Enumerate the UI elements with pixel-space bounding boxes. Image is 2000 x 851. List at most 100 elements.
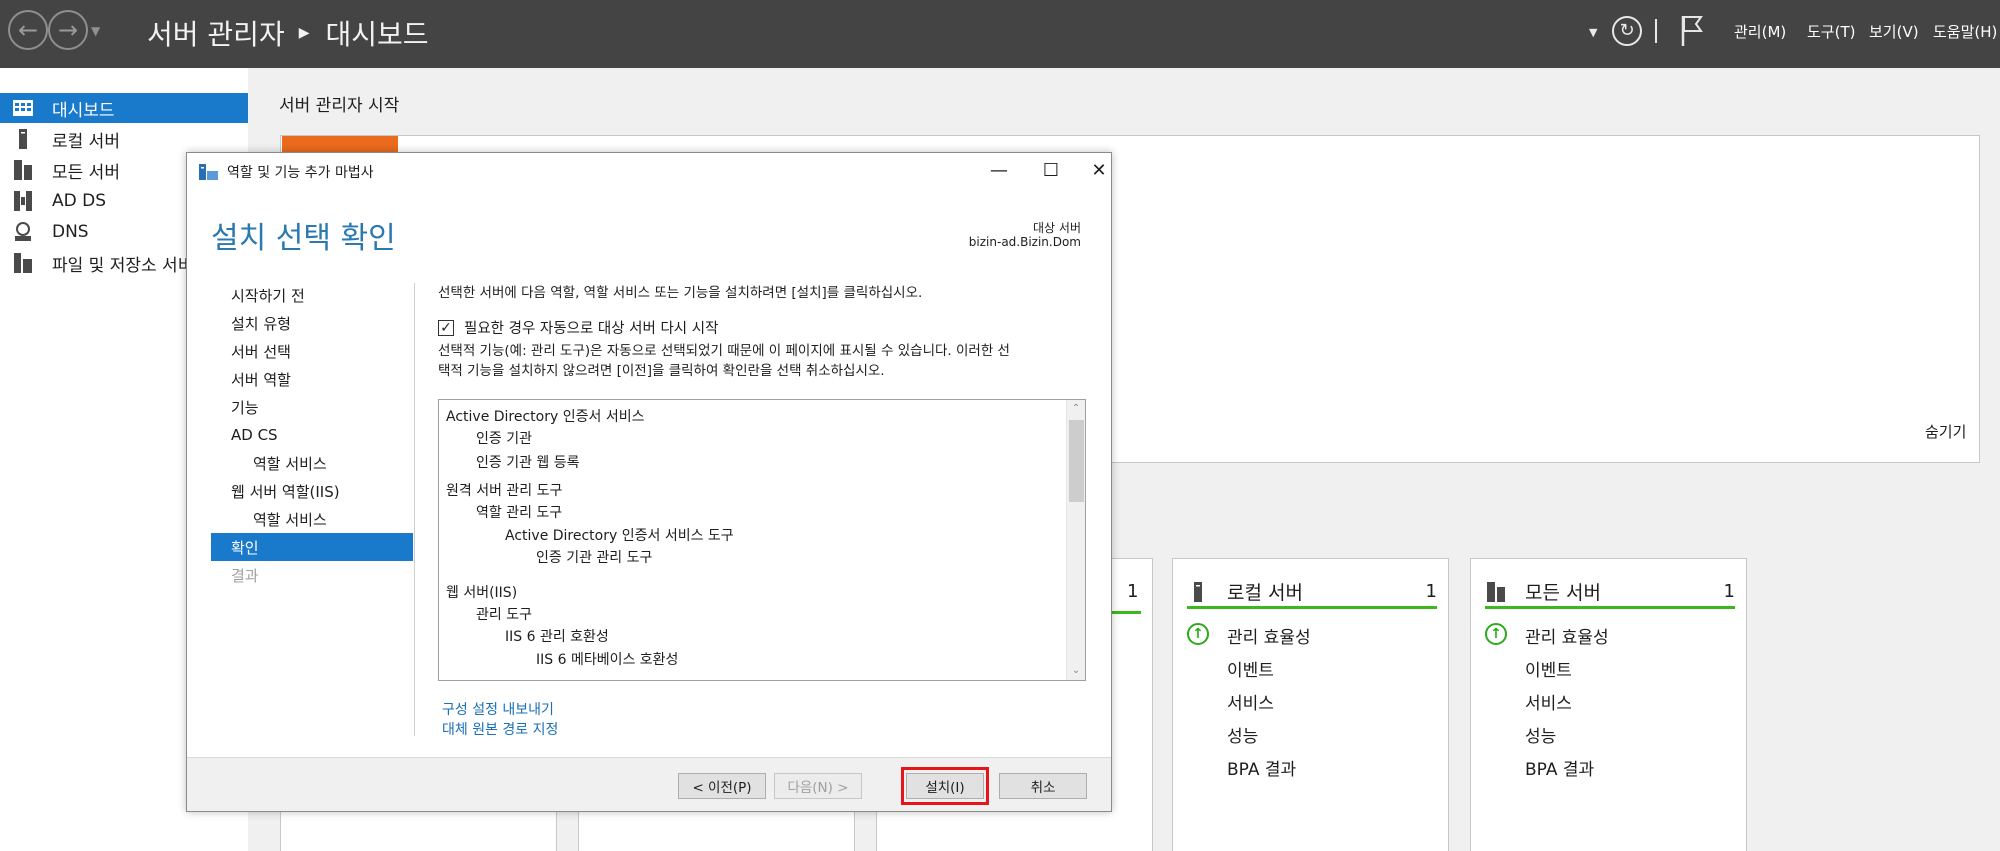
tile-title: 로컬 서버 bbox=[1227, 582, 1303, 604]
tile-count: 1 bbox=[1425, 581, 1437, 602]
sidebar-item-local-server[interactable]: 로컬 서버 bbox=[0, 124, 248, 154]
list-item: 웹 서버(IIS) bbox=[446, 585, 518, 601]
list-item: 관리 도구 bbox=[476, 607, 532, 623]
install-button[interactable]: 설치(I) bbox=[906, 773, 984, 799]
menu-help[interactable]: 도움말(H) bbox=[1933, 21, 1997, 42]
status-ok-icon: ↑ bbox=[1485, 623, 1507, 645]
list-item: 원격 서버 관리 도구 bbox=[446, 483, 563, 499]
list-item: 인증 기관 웹 등록 bbox=[476, 455, 580, 471]
sidebar-item-label: DNS bbox=[52, 222, 89, 242]
cancel-button[interactable]: 취소 bbox=[999, 773, 1087, 799]
restart-checkbox[interactable]: ✓ bbox=[438, 319, 454, 336]
step-results: 결과 bbox=[231, 566, 259, 585]
step-installation-type[interactable]: 설치 유형 bbox=[211, 309, 411, 337]
steps-divider bbox=[414, 283, 415, 736]
tile-row-bpa[interactable]: BPA 결과 bbox=[1525, 755, 1594, 780]
intro-text: 선택한 서버에 다음 역할, 역할 서비스 또는 기능을 설치하려면 [설치]를… bbox=[438, 285, 923, 301]
dns-icon bbox=[12, 222, 34, 242]
scroll-down-icon[interactable]: ⌄ bbox=[1067, 662, 1085, 680]
list-item: 인증 기관 관리 도구 bbox=[536, 550, 653, 566]
server-icon bbox=[12, 129, 34, 149]
scroll-thumb[interactable] bbox=[1069, 420, 1084, 502]
tile-row-performance[interactable]: 성능 bbox=[1227, 722, 1258, 747]
selected-features-list[interactable]: Active Directory 인증서 서비스 인증 기관 인증 기관 웹 등… bbox=[438, 399, 1086, 681]
scroll-up-icon[interactable]: ⌃ bbox=[1067, 400, 1085, 418]
breadcrumb-server-manager[interactable]: 서버 관리자 bbox=[147, 13, 285, 53]
menu-manage[interactable]: 관리(M) bbox=[1734, 21, 1786, 42]
toolbar-divider bbox=[1655, 19, 1657, 43]
note-line: 선택적 기능(예: 관리 도구)은 자동으로 선택되었기 때문에 이 페이지에 … bbox=[438, 343, 1010, 359]
step-confirmation[interactable]: 확인 bbox=[211, 533, 413, 561]
tile-row-events[interactable]: 이벤트 bbox=[1227, 656, 1274, 681]
refresh-dropdown-icon[interactable]: ▼ bbox=[1589, 26, 1597, 39]
ad-ds-icon bbox=[12, 191, 34, 211]
menu-tools[interactable]: 도구(T) bbox=[1807, 21, 1855, 42]
tile-row-performance[interactable]: 성능 bbox=[1525, 722, 1556, 747]
maximize-icon[interactable]: ☐ bbox=[1029, 157, 1073, 185]
breadcrumb: 서버 관리자 ▶ 대시보드 bbox=[147, 13, 429, 53]
add-roles-wizard-dialog: 역할 및 기능 추가 마법사 — ☐ ✕ 설치 선택 확인 대상 서버 bizi… bbox=[186, 152, 1112, 812]
tile-title: 모든 서버 bbox=[1525, 582, 1601, 604]
forward-icon[interactable]: → bbox=[48, 10, 88, 50]
optional-features-note: 선택적 기능(예: 관리 도구)은 자동으로 선택되었기 때문에 이 페이지에 … bbox=[438, 341, 1088, 381]
wizard-icon bbox=[199, 164, 218, 180]
list-item: Active Directory 인증서 서비스 bbox=[446, 409, 645, 425]
dialog-title-bar[interactable]: 역할 및 기능 추가 마법사 — ☐ ✕ bbox=[187, 153, 1111, 189]
dashboard-icon bbox=[12, 98, 34, 118]
list-scrollbar[interactable]: ⌃ ⌄ bbox=[1066, 400, 1085, 680]
refresh-icon[interactable]: ↻ bbox=[1612, 16, 1642, 46]
list-item: IIS 6 메타베이스 호환성 bbox=[536, 652, 679, 668]
sidebar-item-label: 모든 서버 bbox=[52, 162, 120, 183]
back-icon[interactable]: ← bbox=[8, 10, 48, 50]
next-button: 다음(N) > bbox=[774, 773, 862, 799]
tile-count: 1 bbox=[1127, 581, 1139, 602]
hide-welcome-link[interactable]: 숨기기 bbox=[1925, 421, 1966, 442]
status-ok-icon: ↑ bbox=[1187, 623, 1209, 645]
step-ad-cs[interactable]: AD CS bbox=[211, 421, 411, 449]
file-storage-icon bbox=[12, 253, 34, 273]
notifications-flag-icon[interactable] bbox=[1679, 14, 1705, 48]
step-server-selection[interactable]: 서버 선택 bbox=[211, 337, 411, 365]
sidebar-item-label: 로컬 서버 bbox=[52, 131, 120, 152]
dialog-title: 역할 및 기능 추가 마법사 bbox=[227, 165, 374, 181]
export-settings-link[interactable]: 구성 설정 내보내기 bbox=[442, 699, 554, 719]
tile-count: 1 bbox=[1723, 581, 1735, 602]
alternate-source-link[interactable]: 대체 원본 경로 지정 bbox=[442, 719, 558, 739]
sidebar-item-dashboard[interactable]: 대시보드 bbox=[0, 93, 248, 123]
step-server-roles[interactable]: 서버 역할 bbox=[211, 365, 411, 393]
title-bar: ← → ▼ 서버 관리자 ▶ 대시보드 ▼ ↻ 관리(M) 도구(T) 보기(V… bbox=[0, 0, 2000, 68]
tile-row-bpa[interactable]: BPA 결과 bbox=[1227, 755, 1296, 780]
minimize-icon[interactable]: — bbox=[977, 157, 1021, 185]
list-item: 역할 관리 도구 bbox=[476, 505, 563, 521]
restart-option[interactable]: ✓ 필요한 경우 자동으로 대상 서버 다시 시작 bbox=[438, 317, 718, 338]
tile-row-services[interactable]: 서비스 bbox=[1525, 689, 1572, 714]
step-ad-cs-role-services[interactable]: 역할 서비스 bbox=[211, 449, 411, 477]
list-item: IIS 6 관리 호환성 bbox=[505, 629, 609, 645]
step-features[interactable]: 기능 bbox=[211, 393, 411, 421]
menu-view[interactable]: 보기(V) bbox=[1869, 21, 1919, 42]
close-icon[interactable]: ✕ bbox=[1077, 157, 1121, 185]
history-dropdown-icon[interactable]: ▼ bbox=[91, 24, 100, 38]
breadcrumb-separator-icon: ▶ bbox=[298, 25, 310, 41]
all-servers-tile[interactable]: 모든 서버 1 ↑ 관리 효율성 이벤트 서비스 성능 BPA 결과 bbox=[1470, 558, 1747, 851]
tile-row-manageability[interactable]: 관리 효율성 bbox=[1227, 623, 1311, 648]
step-web-server-role[interactable]: 웹 서버 역할(IIS) bbox=[211, 477, 411, 505]
tile-row-events[interactable]: 이벤트 bbox=[1525, 656, 1572, 681]
sidebar-item-label: AD DS bbox=[52, 191, 107, 211]
restart-checkbox-label[interactable]: 필요한 경우 자동으로 대상 서버 다시 시작 bbox=[464, 317, 718, 338]
server-icon bbox=[1187, 581, 1209, 602]
tile-row-services[interactable]: 서비스 bbox=[1227, 689, 1274, 714]
tile-row-manageability[interactable]: 관리 효율성 bbox=[1525, 623, 1609, 648]
step-before-you-begin[interactable]: 시작하기 전 bbox=[211, 281, 411, 309]
list-item: 인증 기관 bbox=[476, 431, 532, 447]
local-server-tile[interactable]: 로컬 서버 1 ↑ 관리 효율성 이벤트 서비스 성능 BPA 결과 bbox=[1172, 558, 1449, 851]
step-iis-role-services[interactable]: 역할 서비스 bbox=[211, 505, 411, 533]
list-item: Active Directory 인증서 서비스 도구 bbox=[505, 528, 734, 544]
target-server-label: 대상 서버 bbox=[1033, 221, 1081, 235]
welcome-title: 서버 관리자 시작 bbox=[279, 96, 400, 116]
note-line: 택적 기능을 설치하지 않으려면 [이전]을 클릭하여 확인란을 선택 취소하십… bbox=[438, 363, 885, 379]
tile-header[interactable]: 모든 서버 1 bbox=[1485, 577, 1735, 609]
tile-header[interactable]: 로컬 서버 1 bbox=[1187, 577, 1437, 609]
servers-icon bbox=[1485, 581, 1507, 602]
previous-button[interactable]: < 이전(P) bbox=[678, 773, 766, 799]
